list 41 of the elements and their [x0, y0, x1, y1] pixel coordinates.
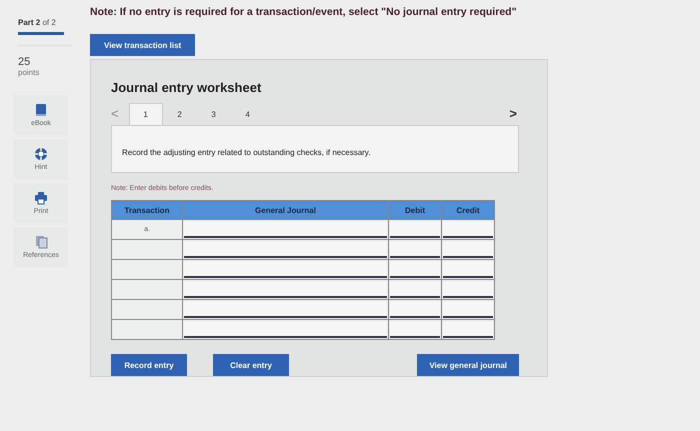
credit-field[interactable] — [443, 242, 493, 258]
column-header: Transaction — [112, 200, 182, 220]
debit-field[interactable] — [390, 242, 440, 258]
worksheet-title: Journal entry worksheet — [111, 80, 262, 95]
credit-field[interactable] — [443, 322, 493, 338]
account-field[interactable] — [184, 282, 387, 298]
account-field[interactable] — [184, 242, 387, 258]
debit-field[interactable] — [390, 262, 440, 278]
account-field[interactable] — [184, 302, 387, 318]
worksheet-tab[interactable]: 2 — [162, 103, 197, 125]
next-button[interactable]: > — [509, 106, 527, 125]
worksheet-button[interactable]: Clear entry — [213, 354, 289, 376]
credit-field[interactable] — [443, 282, 493, 298]
worksheet-tab[interactable]: 3 — [196, 103, 231, 125]
book-icon — [35, 103, 47, 117]
worksheet-button[interactable]: Record entry — [111, 354, 187, 376]
instruction-text: Record the adjusting entry related to outstanding checks, if necessary. — [122, 148, 370, 157]
points-value: 25 — [18, 56, 32, 68]
points-label: points — [18, 68, 40, 77]
account-field[interactable] — [184, 222, 387, 238]
print-icon — [34, 191, 48, 205]
debit-field[interactable] — [390, 282, 440, 298]
worksheet-tab[interactable]: 1 — [128, 103, 163, 125]
documents-icon — [34, 235, 48, 249]
part-label: Part 2 of 2 — [18, 18, 57, 27]
column-header: Debit — [388, 200, 442, 220]
credit-field[interactable] — [443, 262, 493, 278]
debit-field[interactable] — [390, 302, 440, 318]
account-field[interactable] — [184, 322, 387, 338]
debit-field[interactable] — [390, 322, 440, 338]
column-header: Credit — [442, 200, 494, 220]
debit-field[interactable] — [390, 222, 440, 238]
credit-field[interactable] — [443, 302, 493, 318]
column-header: General Journal — [182, 200, 388, 220]
view-transaction-list-button[interactable]: View transaction list — [90, 34, 196, 56]
instruction-note: Note: If no entry is required for a transaction/event, select "No journal entry required" — [90, 6, 518, 18]
worksheet-tab[interactable]: 4 — [230, 103, 265, 125]
worksheet-button[interactable]: View general journal — [417, 354, 519, 376]
account-field[interactable] — [184, 262, 387, 278]
lifebuoy-icon — [34, 147, 48, 161]
credit-field[interactable] — [443, 222, 493, 238]
